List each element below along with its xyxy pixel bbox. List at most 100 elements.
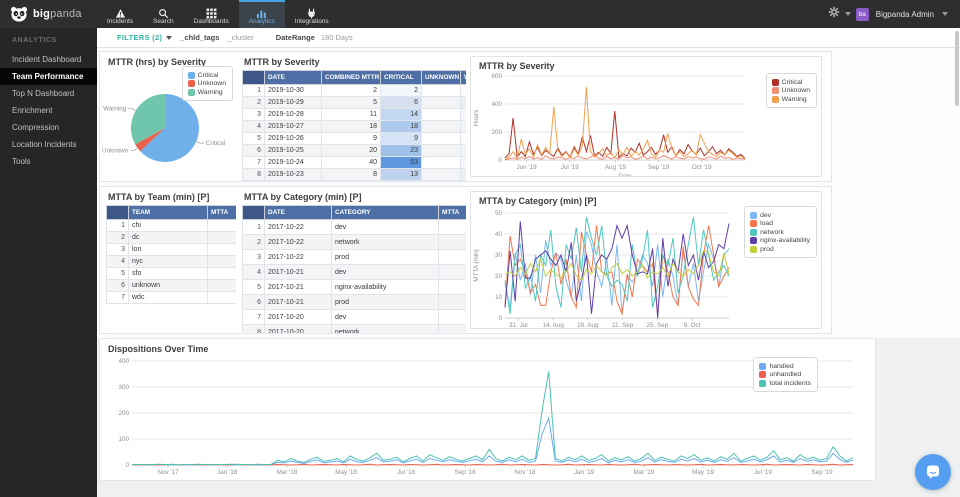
dispositions-legend: handled unhandled total incidents xyxy=(753,357,818,392)
svg-text:30: 30 xyxy=(495,252,503,259)
svg-text:MTTA (min): MTTA (min) xyxy=(473,249,480,281)
row-index: 7 xyxy=(242,156,265,169)
mttr-table: DATECOMBINED MTTRCRITICALUNKNOWNWARNING 1… xyxy=(242,70,466,181)
legend-item-warning[interactable]: Warning xyxy=(771,95,810,103)
chat-bubble-icon xyxy=(927,465,939,479)
tab-incidents[interactable]: Incidents xyxy=(97,0,143,28)
row-index: 7 xyxy=(242,309,265,325)
filter-chip-chld_tags[interactable]: _chld_tags xyxy=(180,33,219,42)
filters-toggle[interactable]: FILTERS (2) xyxy=(117,33,162,42)
table-cell: wdc xyxy=(128,291,208,304)
legend-label: dev xyxy=(760,211,772,219)
column-header-critical[interactable]: CRITICAL xyxy=(380,70,422,85)
daterange-label: DateRange xyxy=(275,33,315,42)
svg-text:25. Sep: 25. Sep xyxy=(646,322,668,329)
tab-dashboards[interactable]: Dashboards xyxy=(184,0,239,28)
tab-label: Analytics xyxy=(248,17,275,25)
corner-header-cell xyxy=(242,70,265,85)
legend-swatch xyxy=(750,237,758,244)
column-header-date[interactable]: DATE xyxy=(264,70,322,85)
sidebar-item-incident-dashboard[interactable]: Incident Dashboard xyxy=(0,51,97,68)
legend-item-total-incidents[interactable]: total incidents xyxy=(759,379,811,387)
legend-item-dev[interactable]: dev xyxy=(750,211,810,219)
user-menu-chevron-down-icon[interactable] xyxy=(942,12,948,16)
column-header-warning[interactable]: WARNING xyxy=(460,70,466,85)
table-row: 82017-10-20network20 xyxy=(242,324,466,333)
filter-chip-cluster[interactable]: _cluster xyxy=(227,33,253,42)
legend-item-unknown[interactable]: Unknown xyxy=(771,87,810,94)
legend-label: Warning xyxy=(781,95,807,103)
row-index: 3 xyxy=(242,108,265,121)
legend-item-warning[interactable]: Warning xyxy=(187,88,226,96)
tab-label: Incidents xyxy=(107,17,134,25)
legend-swatch xyxy=(771,87,779,94)
legend-item-critical[interactable]: Critical xyxy=(187,71,226,79)
user-name[interactable]: Bigpanda Admin xyxy=(876,10,934,19)
legend-item-load[interactable]: load xyxy=(750,220,810,227)
svg-text:400: 400 xyxy=(118,358,129,365)
chat-support-button[interactable] xyxy=(915,454,951,490)
legend-item-nginx-availability[interactable]: nginx-availability xyxy=(750,237,810,244)
svg-text:14. Aug: 14. Aug xyxy=(542,322,564,329)
legend-item-unhandled[interactable]: unhandled xyxy=(759,371,811,378)
legend-swatch xyxy=(759,379,767,387)
legend-label: load xyxy=(760,220,773,227)
mttr-pie-widget: MTTR (hrs) by Severity Critical Unknown Wa… xyxy=(100,52,236,181)
column-header-mtta[interactable]: MTTA xyxy=(438,205,466,220)
legend-item-prod[interactable]: prod xyxy=(750,245,810,253)
sidebar-item-team-performance[interactable]: Team Performance xyxy=(0,68,97,85)
filters-chevron-down-icon[interactable] xyxy=(166,35,173,40)
legend-item-critical[interactable]: Critical xyxy=(771,78,810,86)
sidebar-item-enrichment[interactable]: Enrichment xyxy=(0,102,97,119)
column-header-combined-mttr[interactable]: COMBINED MTTR xyxy=(321,70,381,85)
legend-item-unknown[interactable]: Unknown xyxy=(187,80,226,87)
tab-search[interactable]: Search xyxy=(143,0,184,28)
table-row: 62019-10-252023 0 xyxy=(242,144,466,157)
legend-item-handled[interactable]: handled xyxy=(759,362,811,370)
svg-text:200: 200 xyxy=(118,410,129,417)
svg-text:Sep '18: Sep '18 xyxy=(455,469,477,476)
svg-text:Jun '19: Jun '19 xyxy=(517,164,538,171)
user-avatar[interactable]: ba xyxy=(855,7,869,21)
settings-gear-icon[interactable] xyxy=(828,5,840,23)
tab-analytics[interactable]: Analytics xyxy=(238,0,285,28)
table-cell xyxy=(421,144,461,157)
column-header-date[interactable]: DATE xyxy=(264,205,332,220)
chart-icon xyxy=(256,6,267,18)
tab-integrations[interactable]: Integrations xyxy=(285,0,339,28)
svg-text:28. Aug: 28. Aug xyxy=(577,322,599,329)
sidebar-item-tools[interactable]: Tools xyxy=(0,153,97,170)
row-index: 4 xyxy=(106,255,129,268)
table-row: 2dc23 xyxy=(106,231,236,244)
column-header-category[interactable]: CATEGORY xyxy=(331,205,439,220)
table-cell: 2017-10-22 xyxy=(264,234,332,250)
daterange-value[interactable]: 180 Days xyxy=(321,33,353,42)
scrollbar-thumb[interactable] xyxy=(955,31,959,106)
svg-text:11. Sep: 11. Sep xyxy=(612,322,634,329)
legend-label: total incidents xyxy=(769,379,811,387)
table-cell: 17 xyxy=(321,180,381,181)
legend-item-network[interactable]: network xyxy=(750,228,810,236)
sidebar-item-top-n-dashboard[interactable]: Top N Dashboard xyxy=(0,85,97,102)
sidebar-item-compression[interactable]: Compression xyxy=(0,119,97,136)
column-header-mtta[interactable]: MTTA xyxy=(207,205,236,220)
svg-text:10: 10 xyxy=(495,294,503,301)
table-cell: 2017-10-20 xyxy=(264,309,332,325)
bigpanda-logo[interactable]: bigpanda xyxy=(0,0,97,28)
tab-label: Dashboards xyxy=(193,17,229,25)
table-cell: 19 xyxy=(438,294,466,310)
column-header-team[interactable]: TEAM xyxy=(128,205,208,220)
table-cell xyxy=(421,132,461,145)
sidebar-item-location-incidents[interactable]: Location Incidents xyxy=(0,136,97,153)
row-index: 5 xyxy=(242,132,265,145)
row-index: 6 xyxy=(242,294,265,310)
column-header-unknown[interactable]: UNKNOWN xyxy=(421,70,461,85)
settings-chevron-down-icon[interactable] xyxy=(844,12,851,16)
row-index: 8 xyxy=(242,168,265,181)
table-row: 1 2019-10-30 2 2 xyxy=(242,84,466,97)
table-row: 72019-10-244053 2 xyxy=(242,156,466,169)
table-cell xyxy=(421,84,461,97)
table-cell: 9 xyxy=(321,132,381,145)
table-cell: 9 xyxy=(380,132,422,145)
corner-header-cell xyxy=(106,205,129,220)
